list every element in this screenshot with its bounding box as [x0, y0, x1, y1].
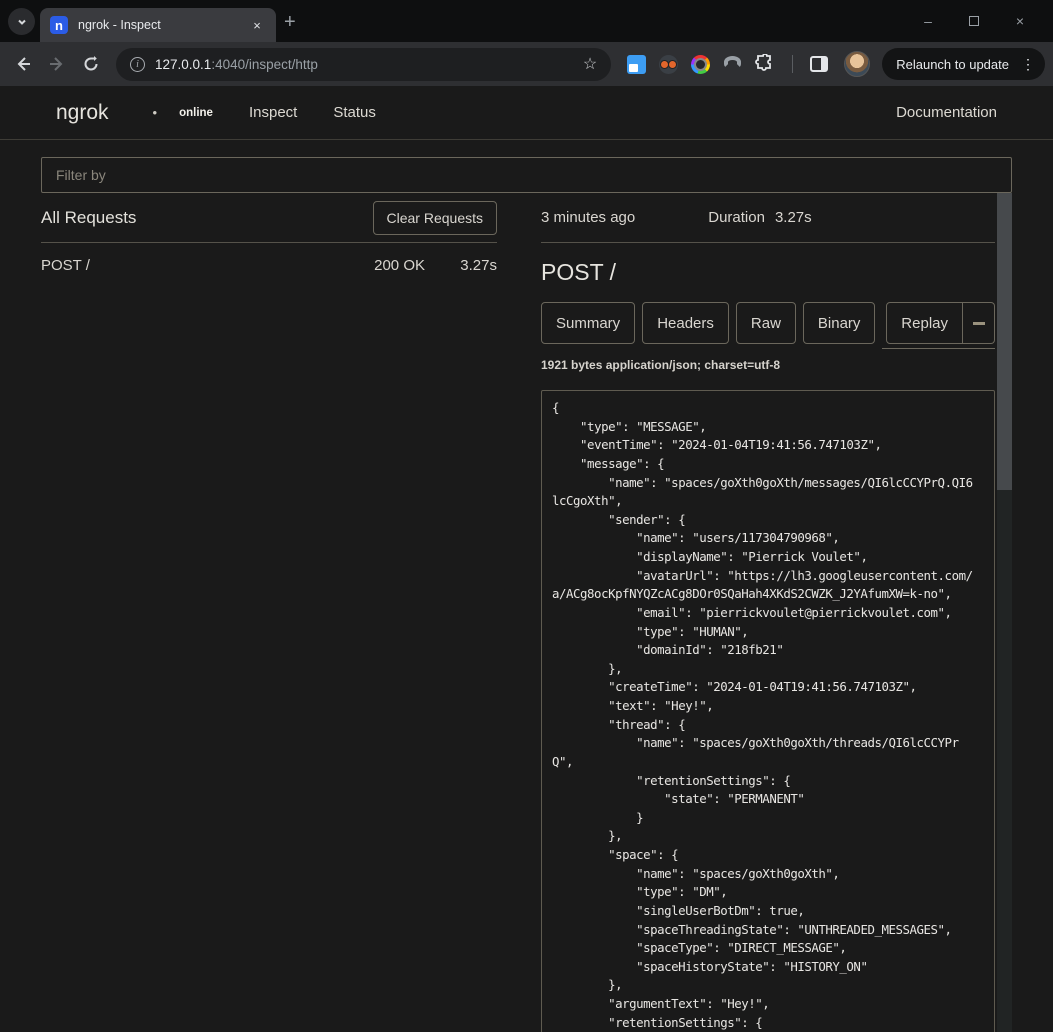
replay-group: Replay	[886, 302, 995, 349]
duration-label: Duration	[708, 209, 765, 226]
extension-icon-arc[interactable]	[723, 55, 742, 74]
url-path: :4040/inspect/http	[211, 57, 318, 72]
tab-search-button[interactable]	[8, 8, 35, 35]
ngrok-navbar: ngrok • online Inspect Status Documentat…	[0, 86, 1053, 140]
ngrok-favicon: n	[50, 16, 68, 34]
toolbar-separator	[792, 55, 793, 73]
replay-button[interactable]: Replay	[886, 302, 963, 344]
forward-icon	[48, 55, 66, 73]
bookmark-star-icon[interactable]: ☆	[583, 54, 597, 74]
status-dot-icon: •	[153, 105, 158, 120]
reload-button[interactable]	[76, 49, 106, 79]
back-button[interactable]	[8, 49, 38, 79]
back-icon	[14, 55, 32, 73]
request-method-path: POST /	[41, 257, 90, 274]
status-online-label: online	[179, 107, 213, 119]
forward-button	[42, 49, 72, 79]
replay-menu-button[interactable]	[963, 302, 995, 344]
extensions-puzzle-icon[interactable]	[755, 54, 775, 74]
tab-title: ngrok - Inspect	[78, 18, 248, 32]
browser-toolbar: i 127.0.0.1:4040/inspect/http ☆ Relaunch…	[0, 42, 1053, 86]
address-bar[interactable]: i 127.0.0.1:4040/inspect/http ☆	[116, 48, 611, 81]
detail-time-ago: 3 minutes ago	[541, 209, 635, 226]
request-duration: 3.27s	[425, 257, 497, 274]
requests-panel: All Requests Clear Requests POST / 200 O…	[41, 193, 497, 1032]
ngrok-brand[interactable]: ngrok	[56, 101, 109, 125]
content-type-meta: 1921 bytes application/json; charset=utf…	[541, 358, 995, 373]
request-status: 200 OK	[374, 257, 425, 274]
scrollbar-thumb[interactable]	[997, 193, 1012, 490]
extension-icon-lens[interactable]	[691, 55, 710, 74]
url-host: 127.0.0.1	[155, 57, 211, 72]
request-row[interactable]: POST / 200 OK 3.27s	[41, 243, 497, 287]
ngrok-page: ngrok • online Inspect Status Documentat…	[0, 86, 1053, 1032]
detail-inner: 3 minutes ago Duration 3.27s POST / Summ…	[541, 193, 995, 1032]
replay-menu-icon	[973, 322, 985, 325]
profile-avatar[interactable]	[844, 51, 870, 77]
extension-icon-window[interactable]	[627, 55, 646, 74]
relaunch-button[interactable]: Relaunch to update ⋮	[882, 48, 1045, 80]
close-button[interactable]: ×	[997, 6, 1043, 36]
tab-binary[interactable]: Binary	[803, 302, 876, 344]
detail-scrollbar[interactable]	[997, 193, 1012, 1032]
detail-meta-row: 3 minutes ago Duration 3.27s	[541, 193, 995, 243]
extensions-row	[621, 54, 834, 74]
tab-raw[interactable]: Raw	[736, 302, 796, 344]
browser-titlebar: n ngrok - Inspect × + – ×	[0, 0, 1053, 42]
detail-panel: 3 minutes ago Duration 3.27s POST / Summ…	[541, 193, 1012, 1032]
relaunch-label: Relaunch to update	[896, 57, 1009, 72]
minimize-button[interactable]: –	[905, 6, 951, 36]
window-controls: – ×	[905, 0, 1043, 42]
requests-header: All Requests Clear Requests	[41, 193, 497, 243]
chevron-down-icon	[16, 16, 28, 28]
tab-summary[interactable]: Summary	[541, 302, 635, 344]
clear-requests-button[interactable]: Clear Requests	[373, 201, 498, 235]
filter-input[interactable]	[41, 157, 1012, 193]
maximize-icon	[969, 16, 979, 26]
tab-headers[interactable]: Headers	[642, 302, 729, 344]
new-tab-button[interactable]: +	[284, 12, 296, 32]
nav-item-status[interactable]: Status	[333, 104, 376, 121]
duration-value: 3.27s	[775, 209, 812, 226]
request-body-json: { "type": "MESSAGE", "eventTime": "2024-…	[552, 399, 984, 1032]
extension-icon-goggles[interactable]	[659, 55, 678, 74]
nav-item-documentation[interactable]: Documentation	[896, 104, 997, 121]
nav-item-inspect[interactable]: Inspect	[249, 104, 297, 121]
browser-tab[interactable]: n ngrok - Inspect ×	[40, 8, 276, 42]
request-body-box: { "type": "MESSAGE", "eventTime": "2024-…	[541, 390, 995, 1032]
url-text: 127.0.0.1:4040/inspect/http	[155, 57, 573, 72]
content-columns: All Requests Clear Requests POST / 200 O…	[41, 193, 1012, 1032]
tab-close-icon[interactable]: ×	[248, 16, 266, 34]
browser-menu-icon[interactable]: ⋮	[1017, 56, 1039, 73]
site-info-icon[interactable]: i	[130, 57, 145, 72]
maximize-button[interactable]	[951, 6, 997, 36]
requests-title: All Requests	[41, 208, 136, 228]
reload-icon	[82, 55, 100, 73]
detail-tabs: Summary Headers Raw Binary Replay	[541, 302, 995, 350]
side-panel-icon[interactable]	[810, 56, 828, 72]
page-body: All Requests Clear Requests POST / 200 O…	[0, 140, 1053, 1032]
detail-title: POST /	[541, 259, 995, 289]
